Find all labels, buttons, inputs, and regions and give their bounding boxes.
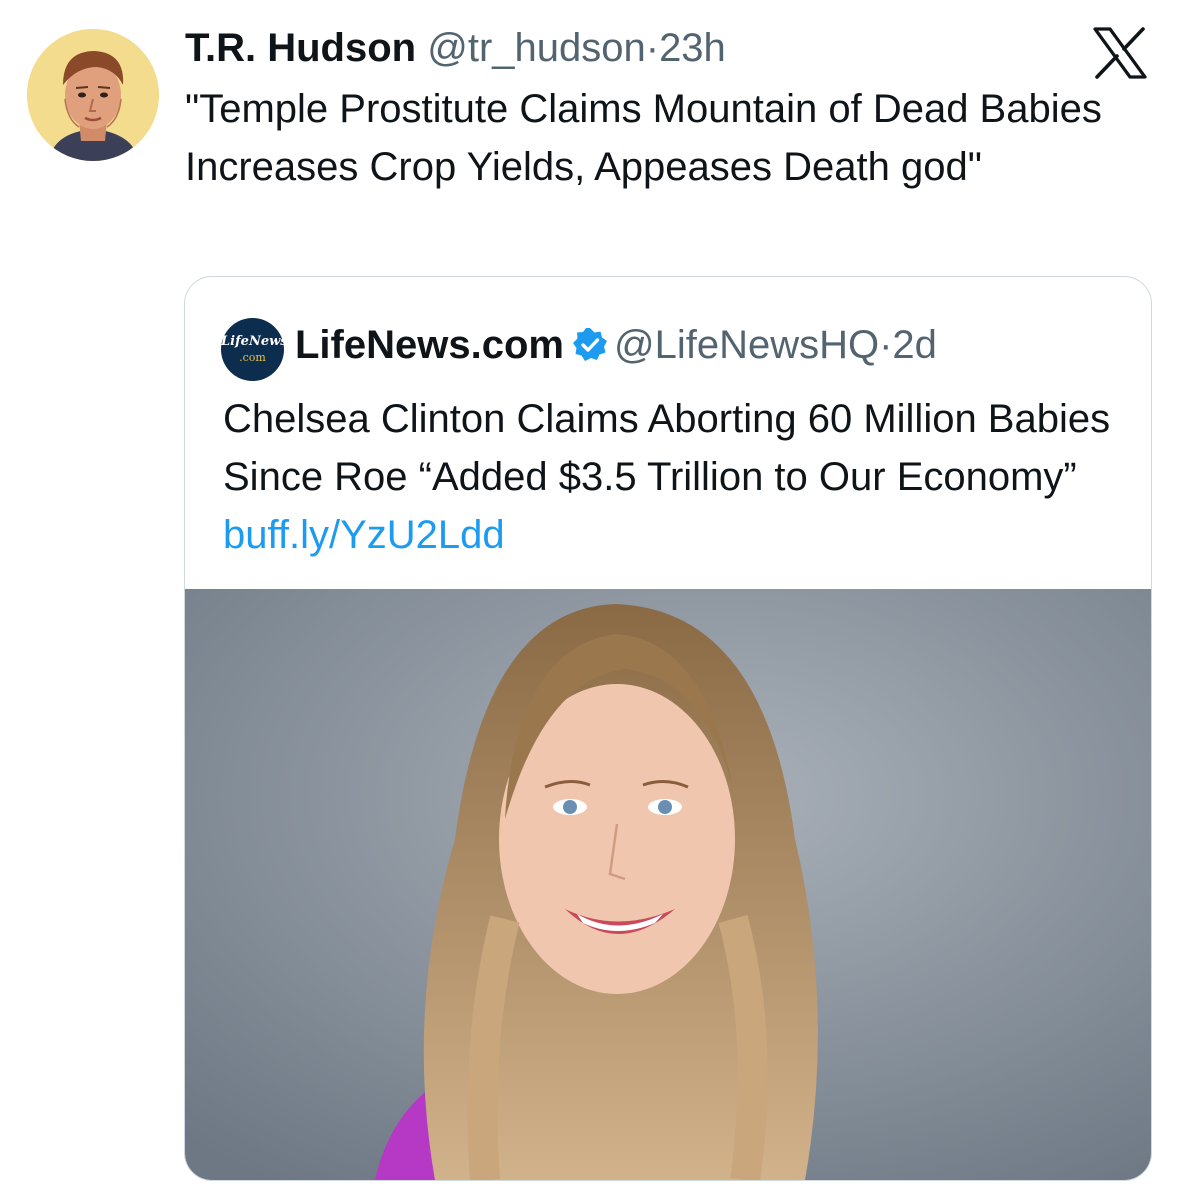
author-handle[interactable]: @tr_hudson [427, 26, 646, 70]
separator: · [645, 26, 660, 70]
avatar-logo-text: LifeNews [221, 334, 288, 349]
tweet-header: T.R. Hudson @tr_hudson·23h [185, 24, 726, 72]
tweet-text: "Temple Prostitute Claims Mountain of De… [185, 87, 1102, 189]
illustrated-man-portrait [27, 29, 159, 161]
quoted-tweet-text: Chelsea Clinton Claims Aborting 60 Milli… [223, 390, 1123, 564]
quoted-author-name[interactable]: LifeNews.com [295, 323, 564, 367]
quoted-tweet-header: LifeNews.com @LifeNewsHQ·2d [295, 321, 937, 369]
quoted-tweet-card[interactable]: LifeNews .com LifeNews.com @LifeNewsHQ·2… [184, 276, 1152, 1181]
quoted-text-body: Chelsea Clinton Claims Aborting 60 Milli… [223, 397, 1111, 499]
quoted-tweet-time[interactable]: 2d [892, 323, 937, 367]
author-name[interactable]: T.R. Hudson [185, 26, 416, 70]
separator: · [879, 323, 893, 367]
avatar-logo-subtext: .com [239, 351, 266, 364]
quoted-link[interactable]: buff.ly/YzU2Ldd [223, 513, 505, 557]
tweet-time[interactable]: 23h [659, 26, 726, 70]
author-avatar[interactable] [27, 29, 159, 161]
quoted-author-avatar[interactable]: LifeNews .com [221, 318, 288, 381]
x-logo-icon [1093, 27, 1147, 79]
woman-portrait-photo[interactable] [185, 589, 1151, 1180]
quoted-author-handle[interactable]: @LifeNewsHQ [614, 323, 879, 367]
verified-badge-icon [572, 328, 607, 361]
